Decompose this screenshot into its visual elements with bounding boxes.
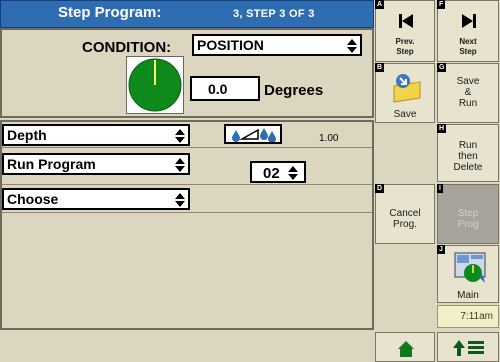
main-button[interactable]: J Main bbox=[437, 245, 499, 303]
degrees-value: 0.0 bbox=[208, 81, 228, 97]
clock: 7:11am bbox=[437, 305, 499, 328]
key-label: G bbox=[437, 63, 447, 72]
main-label: Main bbox=[457, 290, 479, 301]
divider bbox=[2, 184, 372, 185]
save-and-run-button[interactable]: G Save & Run bbox=[437, 63, 499, 123]
run-program-label: Run Program bbox=[7, 156, 96, 172]
degrees-input[interactable]: 0.0 bbox=[190, 76, 260, 101]
run-delete-label: Delete bbox=[453, 162, 483, 173]
next-label: Step bbox=[459, 47, 477, 56]
skip-back-icon bbox=[399, 14, 413, 28]
updown-icon bbox=[175, 129, 185, 143]
cancel-label: Prog. bbox=[393, 219, 417, 230]
depth-button[interactable] bbox=[224, 124, 282, 144]
condition-panel: CONDITION: POSITION 0.0 Degrees bbox=[0, 28, 374, 118]
updown-icon bbox=[347, 39, 357, 53]
save-label: Save bbox=[393, 109, 417, 120]
key-label: H bbox=[437, 124, 447, 133]
action-panel: Depth 1.00 Run Program 02 Choose bbox=[0, 120, 374, 330]
main-screen-icon bbox=[454, 252, 486, 283]
updown-icon bbox=[175, 193, 185, 207]
key-label: D bbox=[375, 184, 385, 193]
key-label: A bbox=[375, 0, 385, 9]
depth-select[interactable]: Depth bbox=[2, 124, 190, 146]
save-run-label: & bbox=[464, 87, 472, 98]
water-depth-icon bbox=[232, 128, 276, 143]
menu-button[interactable] bbox=[437, 332, 499, 362]
step-program-button[interactable]: I Step Prog bbox=[437, 184, 499, 244]
up-menu-icon bbox=[453, 340, 484, 356]
choose-label: Choose bbox=[7, 191, 59, 207]
step-prog-label: Step bbox=[457, 208, 479, 219]
gauge-icon bbox=[128, 58, 182, 112]
cancel-label: Cancel bbox=[389, 208, 421, 219]
next-label: Next bbox=[459, 37, 477, 46]
divider bbox=[2, 212, 372, 213]
save-run-label: Save bbox=[456, 76, 480, 87]
home-icon bbox=[398, 341, 414, 357]
run-then-delete-button[interactable]: H Run then Delete bbox=[437, 124, 499, 182]
cancel-program-button[interactable]: D Cancel Prog. bbox=[375, 184, 435, 244]
prev-step-button[interactable]: A Prev. Step bbox=[375, 0, 435, 62]
condition-value: POSITION bbox=[197, 37, 264, 53]
home-button[interactable] bbox=[375, 332, 435, 362]
depth-select-label: Depth bbox=[7, 127, 47, 143]
condition-label: CONDITION: bbox=[82, 39, 172, 56]
position-gauge bbox=[126, 56, 184, 114]
program-number-select[interactable]: 02 bbox=[250, 161, 306, 183]
divider bbox=[2, 147, 372, 148]
step-prog-label: Prog bbox=[457, 219, 479, 230]
page-title: Step Program: bbox=[58, 4, 162, 21]
save-button[interactable]: B Save bbox=[375, 63, 435, 123]
run-delete-label: then bbox=[458, 151, 478, 162]
depth-value: 1.00 bbox=[319, 133, 339, 144]
clock-time: 7:11am bbox=[460, 311, 493, 322]
next-step-button[interactable]: F Next Step bbox=[437, 0, 499, 62]
updown-icon bbox=[175, 158, 185, 172]
key-label: I bbox=[437, 184, 443, 193]
run-delete-label: Run bbox=[458, 140, 478, 151]
prev-label: Step bbox=[396, 47, 414, 56]
updown-icon bbox=[288, 166, 298, 180]
skip-forward-icon bbox=[462, 14, 476, 28]
save-run-label: Run bbox=[458, 98, 478, 109]
key-label: B bbox=[375, 63, 385, 72]
save-icon bbox=[393, 74, 421, 103]
degrees-label: Degrees bbox=[264, 82, 324, 99]
key-label: F bbox=[437, 0, 446, 9]
choose-select[interactable]: Choose bbox=[2, 188, 190, 210]
prev-label: Prev. bbox=[395, 37, 415, 46]
title-bar: Step Program: 3, STEP 3 OF 3 bbox=[0, 0, 374, 28]
key-label: J bbox=[437, 245, 445, 254]
run-program-select[interactable]: Run Program bbox=[2, 153, 190, 175]
condition-select[interactable]: POSITION bbox=[192, 34, 362, 56]
program-number: 02 bbox=[263, 165, 280, 182]
step-indicator: 3, STEP 3 OF 3 bbox=[233, 8, 315, 20]
